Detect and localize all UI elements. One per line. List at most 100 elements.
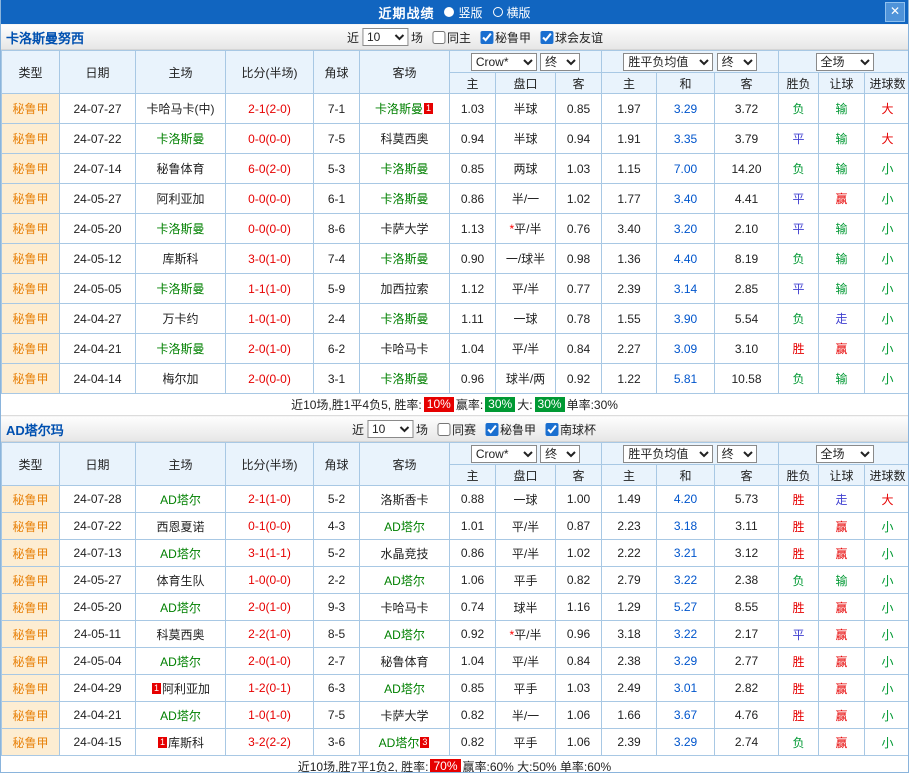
vertical-label: 竖版 [458, 4, 482, 21]
away-team-cell: 加西拉索 [360, 274, 450, 304]
odds-away-cell: 0.76 [556, 214, 602, 244]
summary-footer: 近10场,胜1平4负5, 胜率: 10% 赢率: 30% 大: 30% 单率:3… [1, 394, 908, 416]
goals-result-cell: 小 [865, 648, 909, 675]
sub-header-odds-home: 主 [450, 73, 496, 94]
matches-tbody: 秘鲁甲24-07-28AD塔尔2-1(1-0)5-2洛斯香卡0.88一球1.00… [2, 486, 909, 756]
league-cell: 秘鲁甲 [2, 214, 60, 244]
avg-draw-cell: 3.90 [657, 304, 715, 334]
scope-select[interactable]: 全场 [816, 53, 874, 71]
handicap-result-cell: 输 [819, 154, 865, 184]
layout-horizontal-radio[interactable]: 横版 [493, 4, 531, 21]
odds-home-cell: 0.88 [450, 486, 496, 513]
home-team-cell: AD塔尔 [136, 648, 226, 675]
summary-text: 近10场,胜1平4负5, 胜率: [291, 396, 422, 413]
avg-draw-cell: 3.20 [657, 214, 715, 244]
date-cell: 24-05-05 [60, 274, 136, 304]
odds-final-select[interactable]: 终 [540, 53, 580, 71]
odds-home-cell: 1.04 [450, 334, 496, 364]
avg-away-cell: 3.72 [715, 94, 779, 124]
goals-result-cell: 小 [865, 540, 909, 567]
same-comp-checkbox[interactable] [437, 423, 450, 436]
corner-cell: 7-4 [314, 244, 360, 274]
home-team-cell: 卡洛斯曼 [136, 124, 226, 154]
avg-away-cell: 3.10 [715, 334, 779, 364]
avg-away-cell: 8.19 [715, 244, 779, 274]
away-team-cell: 卡哈马卡 [360, 594, 450, 621]
avg-draw-cell: 4.20 [657, 486, 715, 513]
avg-draw-cell: 5.27 [657, 594, 715, 621]
match-count-select[interactable]: 10 [367, 420, 413, 438]
wdl-result-cell: 胜 [779, 702, 819, 729]
date-cell: 24-05-27 [60, 567, 136, 594]
goals-result-cell: 小 [865, 702, 909, 729]
home-team-cell: 科莫西奥 [136, 621, 226, 648]
wdl-result-cell: 胜 [779, 486, 819, 513]
same-home-checkbox[interactable] [432, 31, 445, 44]
team-label: 水晶竞技 [380, 547, 428, 561]
odds-final-select[interactable]: 终 [540, 445, 580, 463]
section-header: AD塔尔玛 近 10 场 同赛 秘鲁甲 南球杯 [1, 416, 908, 442]
team-label: 卡洛斯曼 [380, 252, 428, 266]
scope-select[interactable]: 全场 [816, 445, 874, 463]
away-team-cell: 洛斯香卡 [360, 486, 450, 513]
near-label: 近 [347, 29, 359, 46]
section-header: 卡洛斯曼努西 近 10 场 同主 秘鲁甲 球会友谊 [1, 24, 908, 50]
friendly-checkbox[interactable] [540, 31, 553, 44]
odds-home-cell: 0.82 [450, 729, 496, 756]
near-label: 近 [352, 421, 364, 438]
away-team-cell: 卡洛斯曼 [360, 184, 450, 214]
summary-footer: 近10场,胜7平1负2, 胜率: 70% 赢率:60% 大:50% 单率:60% [1, 756, 908, 773]
filter-same-comp[interactable]: 同赛 [431, 421, 476, 438]
home-team-cell: 卡洛斯曼 [136, 334, 226, 364]
close-button[interactable]: ✕ [885, 2, 905, 22]
filter-league[interactable]: 秘鲁甲 [479, 421, 536, 438]
match-row: 秘鲁甲24-05-05卡洛斯曼1-1(1-0)5-9加西拉索1.12平/半0.7… [2, 274, 909, 304]
league-checkbox[interactable] [480, 31, 493, 44]
layout-vertical-radio[interactable]: 竖版 [444, 4, 482, 21]
avg-final-select[interactable]: 终 [717, 445, 757, 463]
team-label: 西恩夏诺 [156, 520, 204, 534]
league-cell: 秘鲁甲 [2, 184, 60, 214]
corner-cell: 7-5 [314, 124, 360, 154]
handicap-result-cell: 输 [819, 214, 865, 244]
home-team-cell: 卡哈马卡(中) [136, 94, 226, 124]
filter-friendly[interactable]: 球会友谊 [534, 29, 603, 46]
avg-final-select[interactable]: 终 [717, 53, 757, 71]
team-label: 卡洛斯曼 [156, 222, 204, 236]
league-checkbox[interactable] [485, 423, 498, 436]
filter-cup[interactable]: 南球杯 [539, 421, 596, 438]
date-cell: 24-05-20 [60, 594, 136, 621]
odds-home-cell: 0.92 [450, 621, 496, 648]
goals-result-cell: 小 [865, 513, 909, 540]
odds-home-cell: 1.11 [450, 304, 496, 334]
corner-cell: 2-2 [314, 567, 360, 594]
avg-away-cell: 14.20 [715, 154, 779, 184]
filter-same-home[interactable]: 同主 [426, 29, 471, 46]
sub-header-avg-home: 主 [602, 465, 657, 486]
cup-checkbox[interactable] [545, 423, 558, 436]
date-cell: 24-07-22 [60, 513, 136, 540]
match-count-select[interactable]: 10 [362, 28, 408, 46]
sub-header-odds-home: 主 [450, 465, 496, 486]
date-cell: 24-07-14 [60, 154, 136, 184]
score-cell: 1-0(1-0) [226, 702, 314, 729]
avg-type-select[interactable]: 胜平负均值 [623, 53, 713, 71]
odds-source-select[interactable]: Crow* [471, 53, 537, 71]
away-team-cell: 卡洛斯曼 [360, 304, 450, 334]
team-section-2: AD塔尔玛 近 10 场 同赛 秘鲁甲 南球杯 类型 日期 主场 [1, 416, 908, 773]
filter-league[interactable]: 秘鲁甲 [474, 29, 531, 46]
avg-home-cell: 2.23 [602, 513, 657, 540]
red-card-badge: 1 [424, 103, 433, 114]
odds-handicap-cell: 半球 [496, 94, 556, 124]
avg-home-cell: 2.49 [602, 675, 657, 702]
avg-away-cell: 5.73 [715, 486, 779, 513]
avg-type-select[interactable]: 胜平负均值 [623, 445, 713, 463]
match-row: 秘鲁甲24-05-27阿利亚加0-0(0-0)6-1卡洛斯曼0.86半/一1.0… [2, 184, 909, 214]
team-label: 卡洛斯曼 [156, 132, 204, 146]
col-header-home: 主场 [136, 51, 226, 94]
odds-away-cell: 0.94 [556, 124, 602, 154]
wdl-result-cell: 平 [779, 621, 819, 648]
avg-away-cell: 4.76 [715, 702, 779, 729]
odds-group-header: Crow* 终 [450, 443, 602, 465]
odds-source-select[interactable]: Crow* [471, 445, 537, 463]
